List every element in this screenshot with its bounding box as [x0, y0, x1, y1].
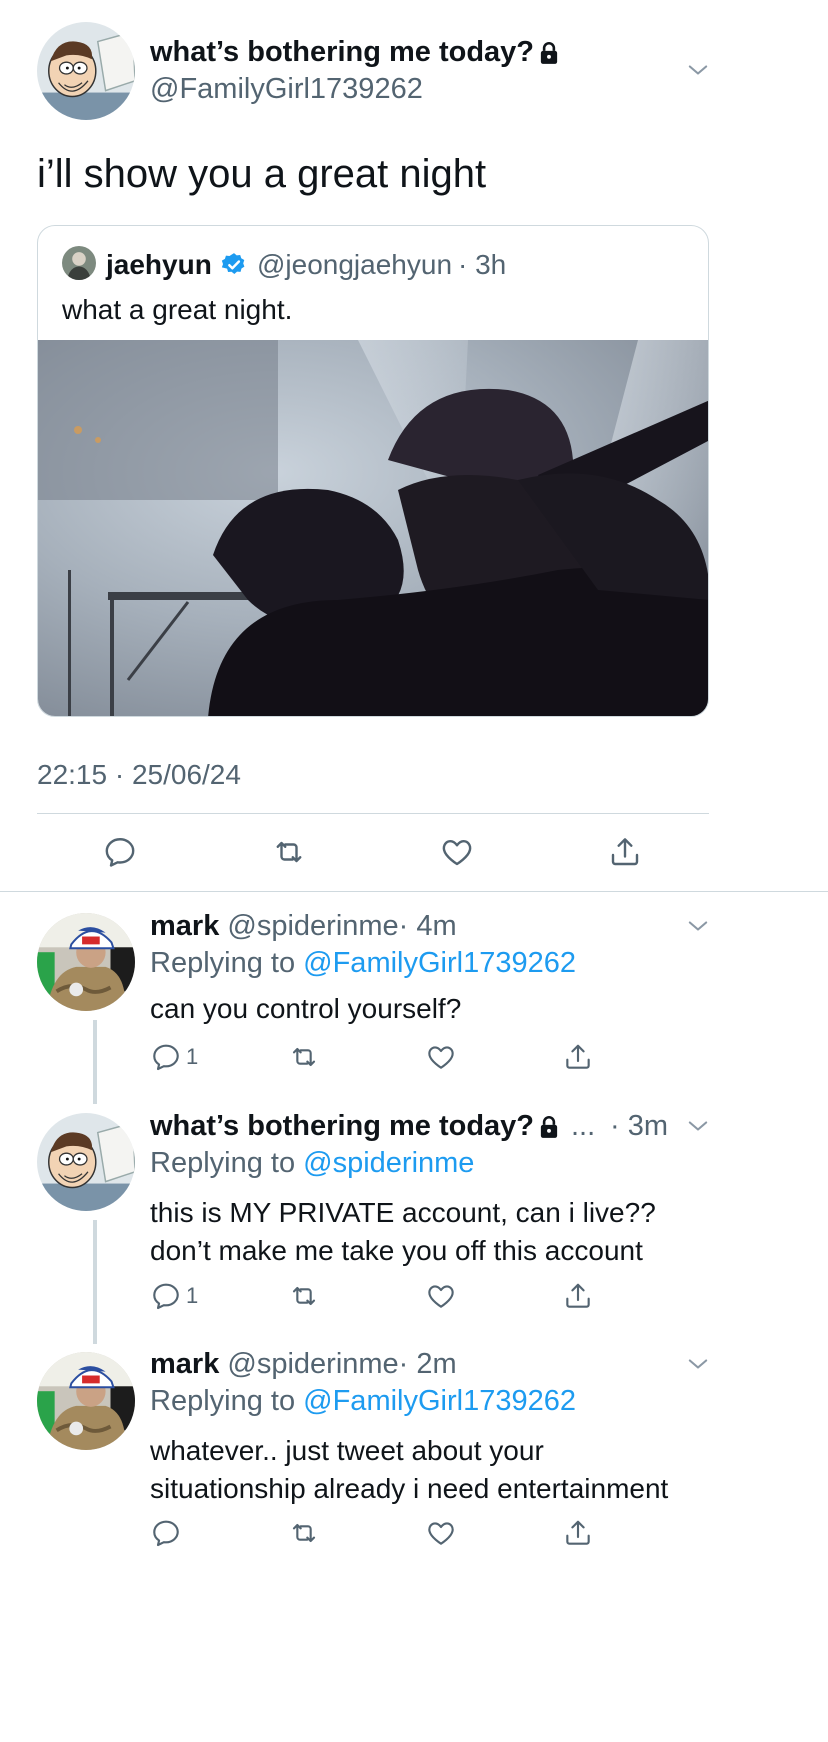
lock-icon: [536, 1114, 562, 1140]
reply-button[interactable]: [150, 1517, 186, 1549]
like-icon: [425, 1041, 457, 1073]
replying-label: Replying to: [150, 1385, 296, 1417]
handle[interactable]: @FamilyGirl1739262: [150, 73, 423, 106]
reply-text-line: situationship already i need entertainme…: [150, 1473, 669, 1504]
reply-header: mark @spiderinme· 4m: [150, 910, 457, 943]
reply-header: mark @spiderinme· 2m: [150, 1348, 457, 1381]
like-button[interactable]: [425, 1517, 457, 1549]
tweet-timestamp[interactable]: 22:15 · 25/06/24: [37, 759, 241, 791]
quoted-text: what a great night.: [62, 294, 293, 325]
reply-count: 1: [186, 1283, 199, 1308]
replying-to-link[interactable]: @FamilyGirl1739262: [303, 1385, 576, 1417]
reply-button[interactable]: [102, 834, 138, 870]
like-icon: [439, 834, 475, 870]
thread-connector: [93, 1220, 97, 1344]
retweet-button[interactable]: [288, 1041, 320, 1073]
quoted-display-name: jaehyun: [106, 249, 212, 280]
retweet-button[interactable]: [288, 1517, 320, 1549]
avatar[interactable]: [37, 1113, 135, 1211]
retweet-button[interactable]: [288, 1280, 320, 1312]
tweet-text: i’ll show you a great night: [37, 152, 487, 196]
replying-to-link[interactable]: @FamilyGirl1739262: [303, 947, 576, 979]
reply-display-name[interactable]: what’s bothering me today?: [150, 1110, 534, 1142]
reply-display-name[interactable]: mark: [150, 1348, 219, 1380]
reply-count: 1: [186, 1044, 199, 1069]
quoted-avatar: [62, 246, 96, 280]
retweet-icon: [271, 834, 307, 870]
share-icon: [562, 1041, 594, 1073]
reply-text-line: this is MY PRIVATE account, can i live??: [150, 1197, 656, 1228]
reply-display-name[interactable]: mark: [150, 910, 219, 942]
reply-time: · 2m: [398, 1348, 457, 1380]
replying-to-link[interactable]: @spiderinme: [303, 1147, 474, 1179]
share-icon: [607, 834, 643, 870]
reply-time: · 3m: [610, 1110, 668, 1142]
reply-icon: [102, 834, 138, 870]
reply-header: what’s bothering me today?: [150, 1110, 534, 1143]
share-button[interactable]: [562, 1517, 594, 1549]
quoted-tweet-card[interactable]: jaehyun @jeongjaehyun · 3h what a great …: [37, 225, 709, 717]
reply-button[interactable]: 1: [150, 1280, 198, 1312]
like-icon: [425, 1517, 457, 1549]
truncation-ellipsis: ...: [571, 1110, 596, 1142]
divider: [37, 813, 709, 814]
display-name[interactable]: what’s bothering me today?: [150, 36, 534, 69]
retweet-icon: [288, 1517, 320, 1549]
chevron-down-icon[interactable]: [684, 1350, 712, 1378]
retweet-icon: [288, 1280, 320, 1312]
quoted-media-image[interactable]: [38, 340, 708, 716]
share-button[interactable]: [562, 1041, 594, 1073]
like-button[interactable]: [425, 1280, 457, 1312]
reply-handle[interactable]: @spiderinme: [227, 910, 398, 942]
share-icon: [562, 1517, 594, 1549]
section-divider: [0, 891, 828, 892]
reply-time: · 4m: [398, 910, 457, 942]
like-button[interactable]: [425, 1041, 457, 1073]
verified-badge-icon: [220, 251, 248, 279]
share-icon: [562, 1280, 594, 1312]
retweet-icon: [288, 1041, 320, 1073]
chevron-down-icon[interactable]: [684, 912, 712, 940]
share-button[interactable]: [607, 834, 643, 870]
reply-text: whatever.. just tweet about your situati…: [150, 1432, 668, 1508]
share-button[interactable]: [562, 1280, 594, 1312]
reply-text: can you control yourself?: [150, 993, 462, 1024]
reply-handle[interactable]: @spiderinme: [227, 1348, 398, 1380]
reply-button[interactable]: 1: [150, 1041, 198, 1073]
avatar[interactable]: [37, 22, 135, 120]
replying-to: Replying to @FamilyGirl1739262: [150, 947, 576, 980]
quoted-handle: @jeongjaehyun: [257, 249, 453, 280]
lock-icon: [536, 40, 562, 66]
replying-to: Replying to @spiderinme: [150, 1147, 474, 1180]
replying-to: Replying to @FamilyGirl1739262: [150, 1385, 576, 1418]
like-button[interactable]: [439, 834, 475, 870]
reply-text-line: don’t make me take you off this account: [150, 1235, 643, 1266]
profile-avatar-image: [37, 22, 135, 120]
retweet-button[interactable]: [271, 834, 307, 870]
reply-icon: [150, 1517, 182, 1549]
reply-icon: [150, 1041, 182, 1073]
reply-icon: [150, 1280, 182, 1312]
chevron-down-icon[interactable]: [684, 56, 712, 84]
avatar[interactable]: [37, 1352, 135, 1450]
quoted-time: · 3h: [458, 249, 507, 280]
chevron-down-icon[interactable]: [684, 1112, 712, 1140]
reply-text: this is MY PRIVATE account, can i live??…: [150, 1194, 656, 1270]
avatar[interactable]: [37, 913, 135, 1011]
thread-connector: [93, 1020, 97, 1104]
reply-text-line: whatever.. just tweet about your: [150, 1435, 544, 1466]
replying-label: Replying to: [150, 1147, 296, 1179]
replying-label: Replying to: [150, 947, 296, 979]
like-icon: [425, 1280, 457, 1312]
